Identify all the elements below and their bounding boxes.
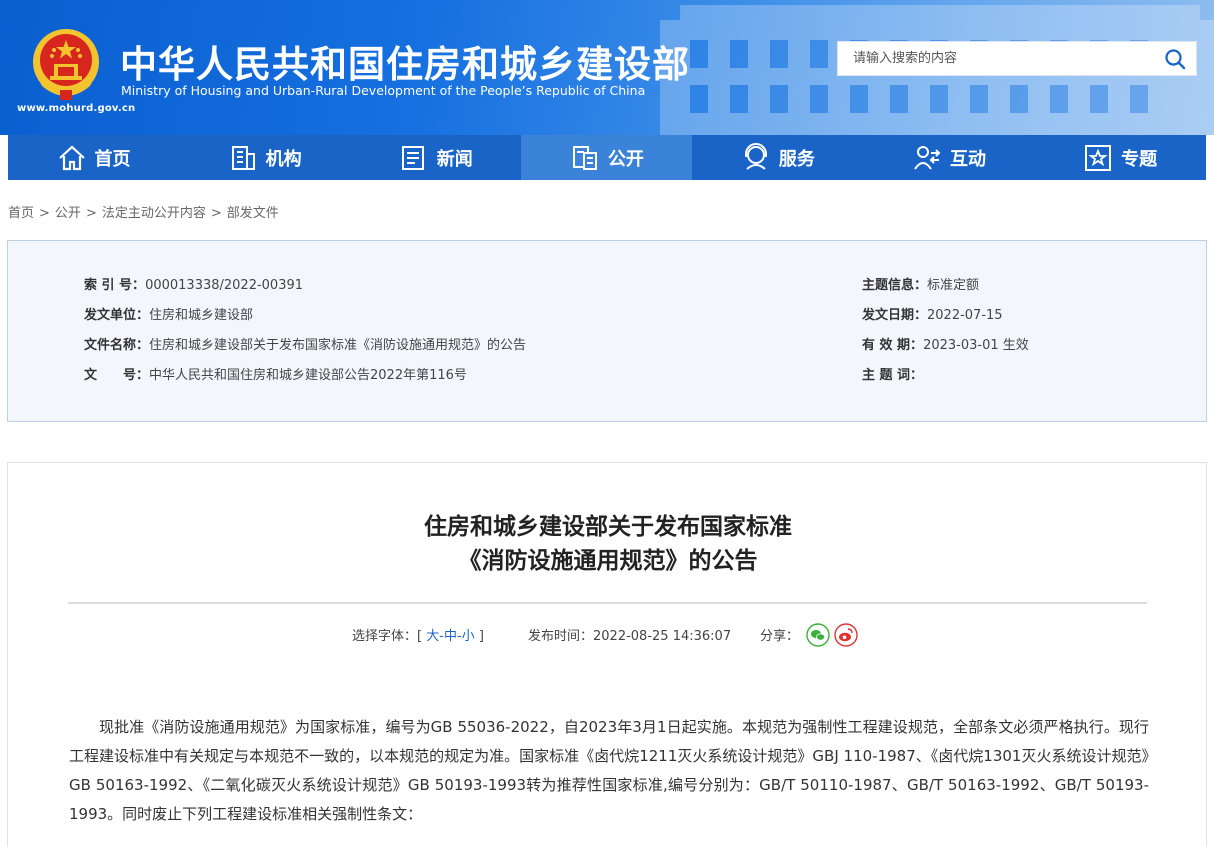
nav-item-topics[interactable]: 专题 bbox=[1035, 135, 1206, 180]
info-key: 文 号： bbox=[84, 368, 150, 383]
info-value: 000013338/2022-00391 bbox=[145, 278, 304, 293]
breadcrumb-public[interactable]: 公开 bbox=[55, 206, 81, 221]
document-icon bbox=[572, 145, 597, 170]
article-title-line2: 《消防设施通用规范》的公告 bbox=[458, 548, 758, 574]
nav-label: 新闻 bbox=[436, 148, 473, 170]
nav-label: 专题 bbox=[1121, 148, 1158, 170]
breadcrumb-home[interactable]: 首页 bbox=[8, 206, 34, 221]
font-size-label: 选择字体：[ bbox=[352, 629, 423, 644]
info-docno: 文 号：中华人民共和国住房和城乡建设部公告2022年第116号 bbox=[84, 364, 467, 383]
nav-item-public[interactable]: 公开 bbox=[521, 135, 693, 180]
title-divider bbox=[68, 602, 1147, 604]
info-key: 发文日期： bbox=[862, 308, 928, 323]
building-icon bbox=[231, 145, 255, 170]
breadcrumb: 首页 > 公开 > 法定主动公开内容 > 部发文件 bbox=[8, 202, 279, 221]
info-value: 2022-07-15 bbox=[927, 308, 1003, 323]
info-date: 发文日期：2022-07-15 bbox=[862, 304, 1003, 323]
info-value: 住房和城乡建设部关于发布国家标准《消防设施通用规范》的公告 bbox=[149, 338, 527, 353]
service-icon bbox=[744, 142, 767, 170]
interaction-icon bbox=[914, 145, 941, 170]
site-title-cn: 中华人民共和国住房和城乡建设部 bbox=[120, 43, 690, 86]
info-value: 中华人民共和国住房和城乡建设部公告2022年第116号 bbox=[149, 368, 467, 383]
site-header: www.mohurd.gov.cn 中华人民共和国住房和城乡建设部 Minist… bbox=[0, 0, 1214, 135]
breadcrumb-separator: > bbox=[39, 206, 50, 221]
nav-item-organization[interactable]: 机构 bbox=[179, 135, 350, 180]
info-key: 文件名称： bbox=[84, 338, 150, 353]
national-emblem-icon bbox=[33, 29, 99, 100]
document-info-box: 索 引 号：000013338/2022-00391 发文单位：住房和城乡建设部… bbox=[7, 240, 1207, 422]
info-issuer: 发文单位：住房和城乡建设部 bbox=[84, 304, 253, 323]
search-input[interactable] bbox=[838, 42, 1148, 75]
nav-label: 互动 bbox=[950, 148, 987, 170]
breadcrumb-separator: > bbox=[85, 206, 97, 221]
info-key: 索 引 号： bbox=[84, 278, 146, 293]
nav-item-service[interactable]: 服务 bbox=[692, 135, 863, 180]
font-size-close: ] bbox=[478, 629, 484, 644]
nav-label: 机构 bbox=[265, 148, 302, 170]
publish-label: 发布时间： bbox=[528, 629, 594, 644]
info-value: 住房和城乡建设部 bbox=[149, 308, 254, 323]
nav-item-home[interactable]: 首页 bbox=[8, 135, 179, 180]
info-topic: 主题信息：标准定额 bbox=[862, 274, 979, 293]
nav-label: 公开 bbox=[607, 148, 644, 170]
nav-item-interaction[interactable]: 互动 bbox=[863, 135, 1034, 180]
main-nav: 首页 机构 新闻 公开 服务 互动 专题 bbox=[8, 135, 1206, 180]
info-key: 有 效 期： bbox=[862, 338, 924, 353]
wechat-icon[interactable] bbox=[806, 623, 830, 647]
site-title-en: Ministry of Housing and Urban-Rural Deve… bbox=[121, 83, 646, 98]
font-medium-link[interactable]: 中 bbox=[444, 629, 457, 644]
info-value: 2023-03-01 生效 bbox=[923, 338, 1029, 353]
site-url: www.mohurd.gov.cn bbox=[17, 103, 136, 114]
info-keywords: 主 题 词： bbox=[862, 364, 923, 383]
publish-time-value: 2022-08-25 14:36:07 bbox=[593, 629, 732, 644]
info-value: 标准定额 bbox=[927, 278, 980, 293]
nav-label: 服务 bbox=[778, 148, 815, 170]
breadcrumb-separator: > bbox=[210, 206, 222, 221]
breadcrumb-documents[interactable]: 部发文件 bbox=[227, 206, 279, 221]
info-key: 发文单位： bbox=[84, 308, 150, 323]
nav-label: 首页 bbox=[94, 148, 131, 170]
info-key: 主 题 词： bbox=[862, 368, 924, 383]
info-index: 索 引 号：000013338/2022-00391 bbox=[84, 274, 303, 293]
article-paragraph: 现批准《消防设施通用规范》为国家标准，编号为GB 55036-2022，自202… bbox=[69, 718, 1149, 823]
font-size-selector: 选择字体：[ 大-中-小 ] bbox=[352, 625, 484, 644]
publish-time: 发布时间：2022-08-25 14:36:07 bbox=[528, 625, 731, 644]
article-title-line1: 住房和城乡建设部关于发布国家标准 bbox=[424, 514, 792, 540]
breadcrumb-statutory[interactable]: 法定主动公开内容 bbox=[102, 206, 206, 221]
newspaper-icon bbox=[401, 145, 424, 170]
star-icon bbox=[1085, 144, 1112, 171]
font-large-link[interactable]: 大 bbox=[426, 629, 439, 644]
weibo-icon[interactable] bbox=[834, 623, 858, 647]
search-icon[interactable] bbox=[1164, 48, 1186, 70]
info-key: 主题信息： bbox=[862, 278, 928, 293]
info-docname: 文件名称：住房和城乡建设部关于发布国家标准《消防设施通用规范》的公告 bbox=[84, 334, 526, 353]
font-small-link[interactable]: 小 bbox=[462, 629, 475, 644]
share-label: 分享： bbox=[760, 629, 800, 644]
article-panel: 住房和城乡建设部关于发布国家标准 《消防设施通用规范》的公告 选择字体：[ 大-… bbox=[7, 462, 1207, 847]
info-validity: 有 效 期：2023-03-01 生效 bbox=[862, 334, 1029, 353]
home-icon bbox=[58, 145, 85, 170]
nav-item-news[interactable]: 新闻 bbox=[350, 135, 521, 180]
search-box bbox=[837, 41, 1197, 76]
